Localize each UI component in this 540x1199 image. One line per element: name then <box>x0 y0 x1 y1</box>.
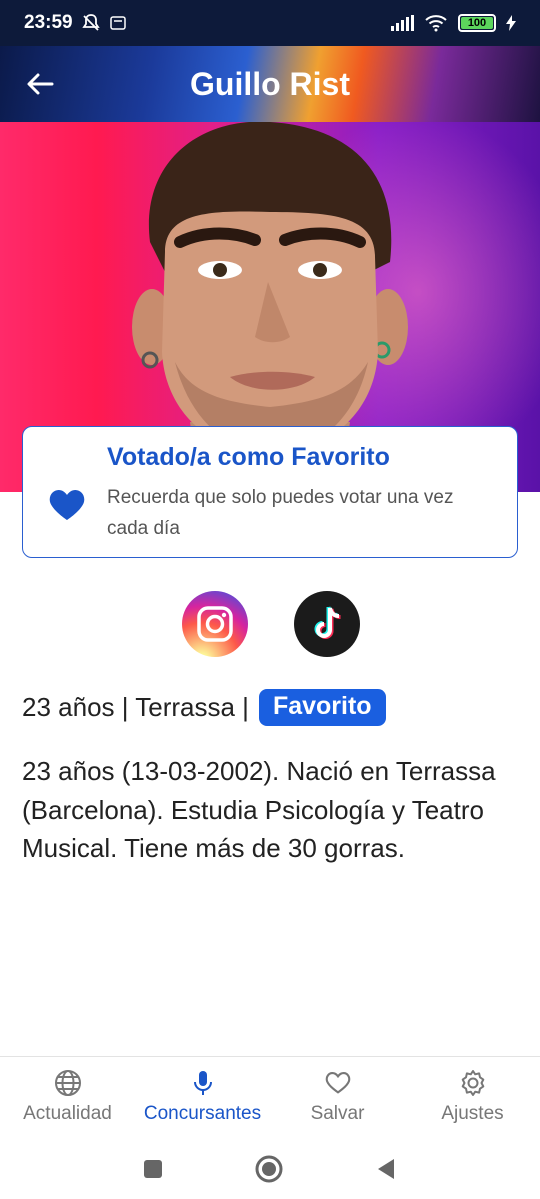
back-button[interactable] <box>22 66 58 102</box>
app-notification-icon <box>109 16 126 30</box>
nav-label: Concursantes <box>143 1103 262 1124</box>
nav-label: Actualidad <box>23 1103 112 1124</box>
nav-item-salvar[interactable]: Salvar <box>270 1057 405 1138</box>
contestant-bio: 23 años (13-03-2002). Nació en Terrassa … <box>22 756 496 863</box>
mute-notification-icon <box>81 14 100 31</box>
bottom-navigation: Actualidad Concursantes Salvar Ajustes <box>0 1056 540 1138</box>
vote-status-card: Votado/a como Favorito Recuerda que solo… <box>22 426 518 558</box>
home-button[interactable] <box>254 1154 284 1184</box>
gear-icon <box>461 1070 484 1096</box>
heart-icon <box>49 490 85 520</box>
vote-card-title: Votado/a como Favorito <box>107 443 390 471</box>
vote-card-subtitle: Recuerda que solo puedes votar una vez c… <box>107 487 454 539</box>
status-time: 23:59 <box>24 12 73 33</box>
social-links <box>182 591 360 657</box>
globe-icon <box>54 1070 81 1096</box>
arrow-left-icon <box>27 73 54 95</box>
battery-icon: 100 <box>458 14 496 32</box>
instagram-icon[interactable] <box>182 591 248 657</box>
age-city-text: 23 años | Terrassa | <box>22 692 249 722</box>
nav-item-ajustes[interactable]: Ajustes <box>405 1057 540 1138</box>
status-badge: Favorito <box>258 689 386 726</box>
charging-icon <box>506 15 516 31</box>
heart-icon <box>325 1072 350 1094</box>
nav-item-actualidad[interactable]: Actualidad <box>0 1057 135 1138</box>
microphone-icon <box>193 1071 212 1095</box>
nav-label: Ajustes <box>441 1103 504 1124</box>
tiktok-icon[interactable] <box>294 591 360 657</box>
battery-level: 100 <box>467 17 487 29</box>
page-title: Guillo Rist <box>190 65 350 102</box>
app-header: Guillo Rist <box>0 46 540 122</box>
status-bar: 23:59 100 <box>0 0 540 46</box>
recent-apps-button[interactable] <box>142 1158 164 1180</box>
back-nav-button[interactable] <box>374 1157 398 1181</box>
nav-label: Salvar <box>310 1103 365 1124</box>
wifi-icon <box>425 15 447 32</box>
nav-item-concursantes[interactable]: Concursantes <box>135 1057 270 1138</box>
contestant-info: 23 años | Terrassa | Favorito <box>22 689 386 726</box>
signal-icon <box>391 15 414 31</box>
system-navigation-bar <box>0 1138 540 1199</box>
